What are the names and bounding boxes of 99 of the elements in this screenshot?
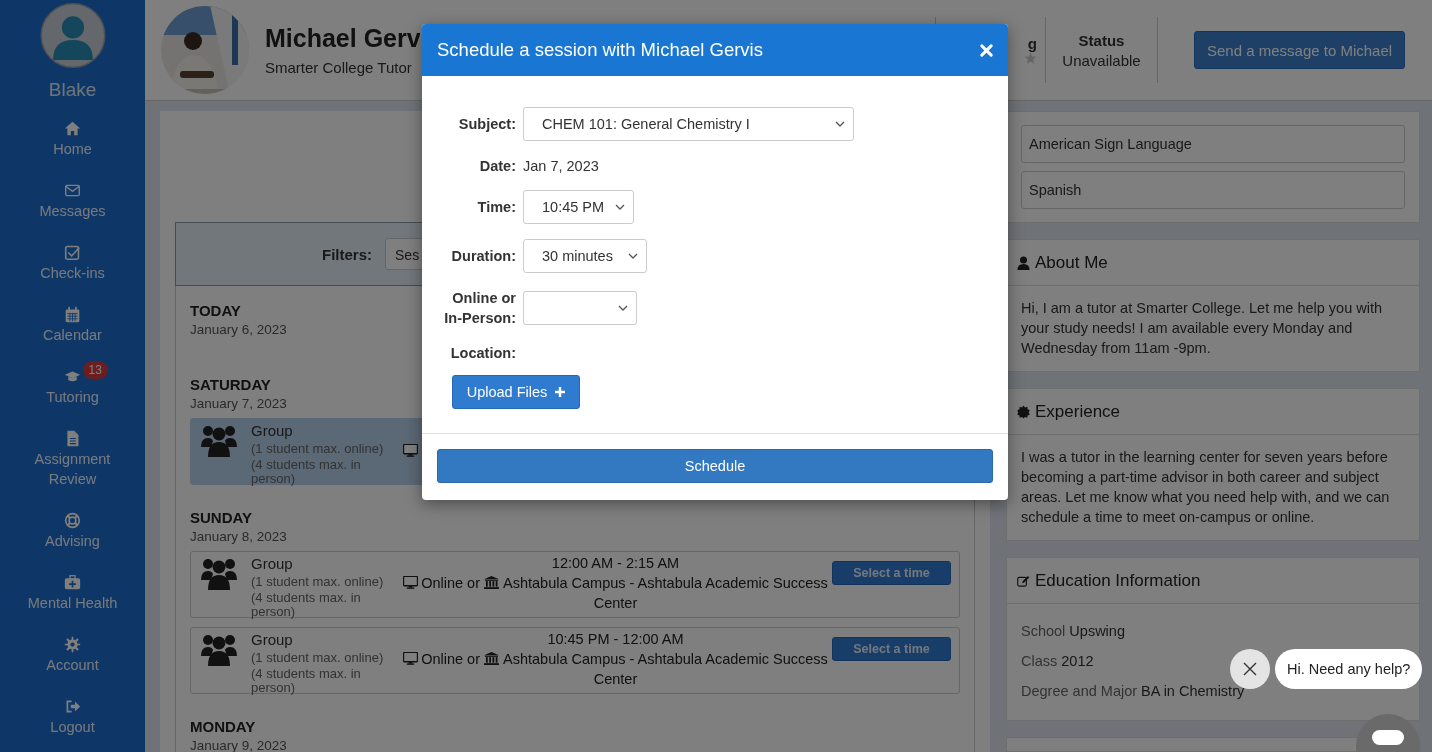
field-label: School <box>1021 623 1066 639</box>
nav-icon <box>64 512 81 529</box>
day-date: January 8, 2023 <box>190 528 287 546</box>
user-name: Blake <box>48 79 97 101</box>
session-row[interactable]: Group (1 student max. online) (4 students max. in person) 10:45 PM - 12:00 AM Online or Ashtabula Campus - Ashtabula Academic Success Center Select a time <box>190 627 960 694</box>
chevron-icon <box>628 253 638 259</box>
day-heading: SATURDAY <box>190 376 271 394</box>
form-label: Time: <box>476 198 516 217</box>
close-icon[interactable] <box>980 43 993 57</box>
session-row[interactable]: Group (1 student max. online) (4 students max. in person) 12:00 AM - 2:15 AM Online or Ashtabula Campus - Ashtabula Academic Success Center Select a time <box>190 551 960 618</box>
nav-icon <box>64 244 81 261</box>
session-type: Group <box>251 555 294 573</box>
dropdown[interactable]: CHEM 101: General Chemistry I <box>523 107 854 141</box>
nav-item[interactable]: Assignment Review <box>12 422 133 489</box>
session-type: Group <box>251 422 294 440</box>
nav-item[interactable]: 13 Tutoring <box>12 360 133 407</box>
nav-item[interactable]: Mental Health <box>12 566 133 613</box>
form-label: Online or In-Person: <box>443 289 516 328</box>
card-title: Experience <box>1035 401 1121 422</box>
nav-item[interactable]: Check-ins <box>12 236 133 283</box>
chevron-icon <box>618 305 628 311</box>
plus-icon <box>555 387 566 397</box>
capacity-note: (1 student max. online) <box>251 575 385 589</box>
select-time-button[interactable]: Select a time <box>832 637 951 661</box>
dropdown[interactable]: 30 minutes <box>523 239 647 273</box>
language-item: Spanish <box>1021 171 1405 209</box>
nav-icon <box>64 306 81 323</box>
nav-icon <box>64 182 81 199</box>
monitor-icon <box>403 652 419 665</box>
about-text: Hi, I am a tutor at Smarter College. Let me help you with your study needs! I am available every Monday and Wednesday from 11am -9pm. <box>1020 299 1384 358</box>
tutor-name: Michael Gerv <box>265 24 420 53</box>
session-type: Group <box>251 631 294 649</box>
nav-icon <box>64 430 81 447</box>
star-icon <box>1024 52 1037 65</box>
field-value: 2012 <box>1061 653 1094 669</box>
session-location: Ashtabula Campus - Ashtabula Academic Success Center <box>503 651 828 687</box>
nav-item[interactable]: Advising <box>12 504 133 551</box>
date-value: Jan 7, 2023 <box>523 158 599 174</box>
capacity-note: (4 students max. in person) <box>251 667 362 695</box>
session-location: Ashtabula Campus - Ashtabula Academic Success Center <box>503 575 828 611</box>
card-title: About Me <box>1035 252 1108 273</box>
nav-icon <box>64 698 81 715</box>
building-icon <box>484 576 499 589</box>
card-title: Education Information <box>1035 570 1201 591</box>
nav-icon <box>64 636 81 653</box>
nav-icon <box>64 120 81 137</box>
day-heading: SUNDAY <box>190 509 252 527</box>
nav-item[interactable]: Logout <box>12 690 133 737</box>
capacity-note: (4 students max. in person) <box>251 458 362 486</box>
nav-item[interactable]: Messages <box>12 174 133 221</box>
day-heading: TODAY <box>190 302 241 320</box>
send-message-button[interactable]: Send a message to Michael <box>1194 31 1406 69</box>
group-icon <box>201 425 237 457</box>
field-label: Class <box>1021 653 1058 669</box>
mode-text: Online or <box>421 575 480 591</box>
nav-icon <box>64 574 81 591</box>
form-label: Location: <box>449 344 516 363</box>
count-badge: 13 <box>82 361 108 379</box>
tutor-title: Smarter College Tutor <box>265 59 413 76</box>
language-item: American Sign Language <box>1021 125 1405 163</box>
day-heading: MONDAY <box>190 718 256 736</box>
group-icon <box>201 558 237 590</box>
session-time: 12:00 AM - 2:15 AM <box>550 554 681 573</box>
day-date: January 9, 2023 <box>190 737 287 752</box>
nav-item[interactable]: Calendar <box>12 298 133 345</box>
status-label: Status <box>1078 31 1125 49</box>
monitor-icon <box>403 444 418 457</box>
mode-text: Online or <box>421 651 480 667</box>
capacity-note: (4 students max. in person) <box>251 591 362 619</box>
chat-message[interactable]: Hi. Need any help? <box>1275 649 1423 689</box>
field-label: Degree and Major <box>1021 683 1138 699</box>
filters-label: Filters: <box>322 245 372 263</box>
chat-icon[interactable] <box>1356 712 1420 752</box>
nav-item[interactable]: Account <box>12 628 133 675</box>
monitor-icon <box>403 576 419 589</box>
nav-item[interactable]: Home <box>12 112 133 159</box>
user-icon <box>1017 255 1030 270</box>
chevron-icon <box>835 121 845 127</box>
dialog-title: Schedule a session with Michael Gervis <box>437 39 763 61</box>
chevron-icon <box>615 204 625 210</box>
day-date: January 6, 2023 <box>190 321 287 339</box>
session-time: 10:45 PM - 12:00 AM <box>546 630 685 649</box>
rating-label: g <box>1027 35 1037 52</box>
form-label: Duration: <box>450 247 516 266</box>
edit-icon <box>1017 573 1030 588</box>
upload-files-button[interactable]: Upload Files <box>452 375 580 409</box>
dropdown[interactable]: 10:45 PM <box>523 190 634 224</box>
status-value: Unavailable <box>1062 51 1141 69</box>
schedule-button[interactable]: Schedule <box>437 449 993 483</box>
select-time-button[interactable]: Select a time <box>832 561 951 585</box>
experience-text: I was a tutor in the learning center for seven years before becoming a part-time advisor in both career and subject areas. Let me know what you need help with, and we can schedule a time to meet on-campus or online. <box>1020 448 1391 527</box>
capacity-note: (1 student max. online) <box>251 442 385 456</box>
form-label: Date: <box>478 157 516 176</box>
group-icon <box>201 634 237 666</box>
capacity-note: (1 student max. online) <box>251 651 385 665</box>
day-date: January 7, 2023 <box>190 395 287 413</box>
building-icon <box>484 652 499 665</box>
badge-icon <box>1017 404 1030 419</box>
form-label: Subject: <box>457 115 516 134</box>
